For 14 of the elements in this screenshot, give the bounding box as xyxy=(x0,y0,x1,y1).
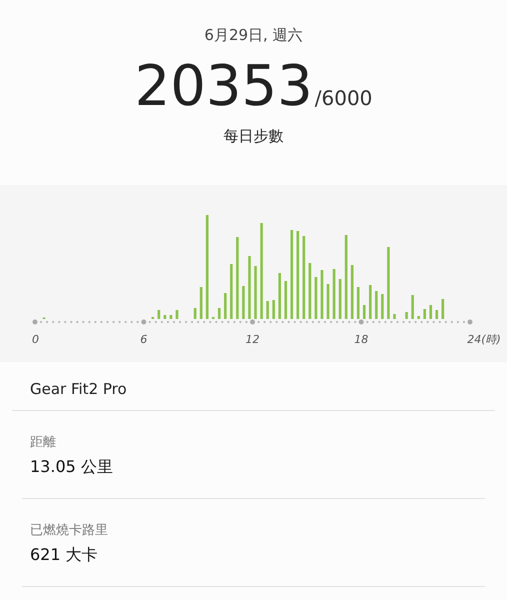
stat-label: 距離 xyxy=(30,434,57,451)
step-goal: /6000 xyxy=(314,86,372,110)
device-name: Gear Fit2 Pro xyxy=(29,379,128,400)
stat-value: 13.05 公里 xyxy=(30,457,114,478)
axis-label: 0 xyxy=(32,333,39,346)
steps-caption: 每日步數 xyxy=(224,127,284,146)
axis-label: 12 xyxy=(246,333,260,346)
axis-label: 18 xyxy=(354,333,368,346)
stat-label: 已燃燒卡路里 xyxy=(30,522,109,539)
axis-label: 6 xyxy=(140,333,148,346)
step-count: 20353 xyxy=(134,59,313,115)
date-label: 6月29日, 週六 xyxy=(204,26,303,45)
stat-value: 621 大卡 xyxy=(30,545,99,566)
axis-label: 24(時) xyxy=(467,333,501,346)
